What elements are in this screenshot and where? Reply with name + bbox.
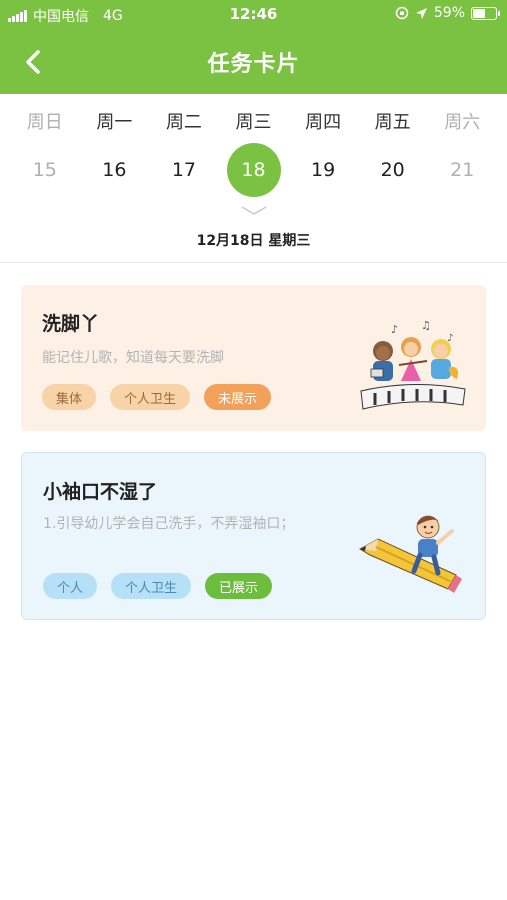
task-description: 能记住儿歌，知道每天要洗脚 xyxy=(42,350,224,366)
kids-band-illustration: ♪ ♫ ♪ xyxy=(360,319,466,410)
date-number: 20 xyxy=(380,159,405,181)
battery-percent: 59% xyxy=(433,5,465,21)
date-number: 16 xyxy=(102,159,127,181)
date-number: 21 xyxy=(450,159,475,181)
selected-date-label: 12月18日 星期三 xyxy=(196,233,311,249)
app: 中国电信 4G 12:46 59% 任务卡片 周日 周一 周二 周三 周四 周五… xyxy=(0,0,507,900)
tag-status: 未展示 xyxy=(204,384,272,410)
svg-text:♫: ♫ xyxy=(421,319,431,332)
date-cell[interactable]: 19 xyxy=(288,142,358,198)
tag-status: 已展示 xyxy=(205,573,273,599)
date-cell[interactable]: 16 xyxy=(80,142,150,198)
date-cell[interactable]: 20 xyxy=(358,142,428,198)
tag-type: 集体 xyxy=(42,384,97,410)
battery-icon xyxy=(471,6,500,20)
tag-category: 个人卫生 xyxy=(111,573,192,599)
weekday-label: 周二 xyxy=(165,112,202,133)
tag-list: 个人 个人卫生 已展示 xyxy=(43,573,273,599)
task-description: 1.引导幼儿学会自己洗手，不弄湿袖口； xyxy=(43,516,295,532)
nav-bar: 任务卡片 xyxy=(0,30,507,94)
page-title: 任务卡片 xyxy=(207,52,300,77)
svg-text:♪: ♪ xyxy=(391,323,398,336)
weekday-label: 周一 xyxy=(96,112,133,133)
chevron-down-icon[interactable] xyxy=(241,206,267,216)
date-cell-selected[interactable]: 18 xyxy=(219,142,289,198)
tag-type: 个人 xyxy=(43,573,98,599)
weekday-label: 周四 xyxy=(305,112,342,133)
location-icon xyxy=(415,7,427,19)
tag-list: 集体 个人卫生 未展示 xyxy=(42,384,272,410)
date-number: 18 xyxy=(226,143,281,197)
rotation-lock-icon xyxy=(395,6,409,20)
weekday-label: 周五 xyxy=(374,112,411,133)
date-cell[interactable]: 21 xyxy=(427,142,497,198)
date-cell[interactable]: 15 xyxy=(10,142,80,198)
task-card[interactable]: 小袖口不湿了 1.引导幼儿学会自己洗手，不弄湿袖口； 个人 个人卫生 已展示 xyxy=(21,452,486,620)
weekday-row: 周日 周一 周二 周三 周四 周五 周六 xyxy=(10,108,497,134)
weekday-label: 周三 xyxy=(235,112,272,133)
task-card[interactable]: 洗脚丫 能记住儿歌，知道每天要洗脚 集体 个人卫生 未展示 ♪ ♫ ♪ xyxy=(21,285,486,431)
weekday-label: 周六 xyxy=(444,112,481,133)
date-row: 15 16 17 18 19 20 21 xyxy=(10,142,497,198)
task-title: 小袖口不湿了 xyxy=(43,481,158,503)
tag-category: 个人卫生 xyxy=(110,384,191,410)
boy-on-pencil-illustration xyxy=(359,515,462,593)
task-title: 洗脚丫 xyxy=(42,313,100,335)
status-right: 59% xyxy=(395,5,500,21)
status-bar: 中国电信 4G 12:46 59% xyxy=(0,0,507,30)
week-calendar: 周日 周一 周二 周三 周四 周五 周六 15 16 17 18 19 20 2… xyxy=(0,94,507,263)
battery-fill xyxy=(473,8,485,18)
date-cell[interactable]: 17 xyxy=(149,142,219,198)
date-number: 17 xyxy=(171,159,197,181)
date-number: 15 xyxy=(32,159,57,181)
date-number: 19 xyxy=(311,159,336,181)
weekday-label: 周日 xyxy=(26,112,63,133)
